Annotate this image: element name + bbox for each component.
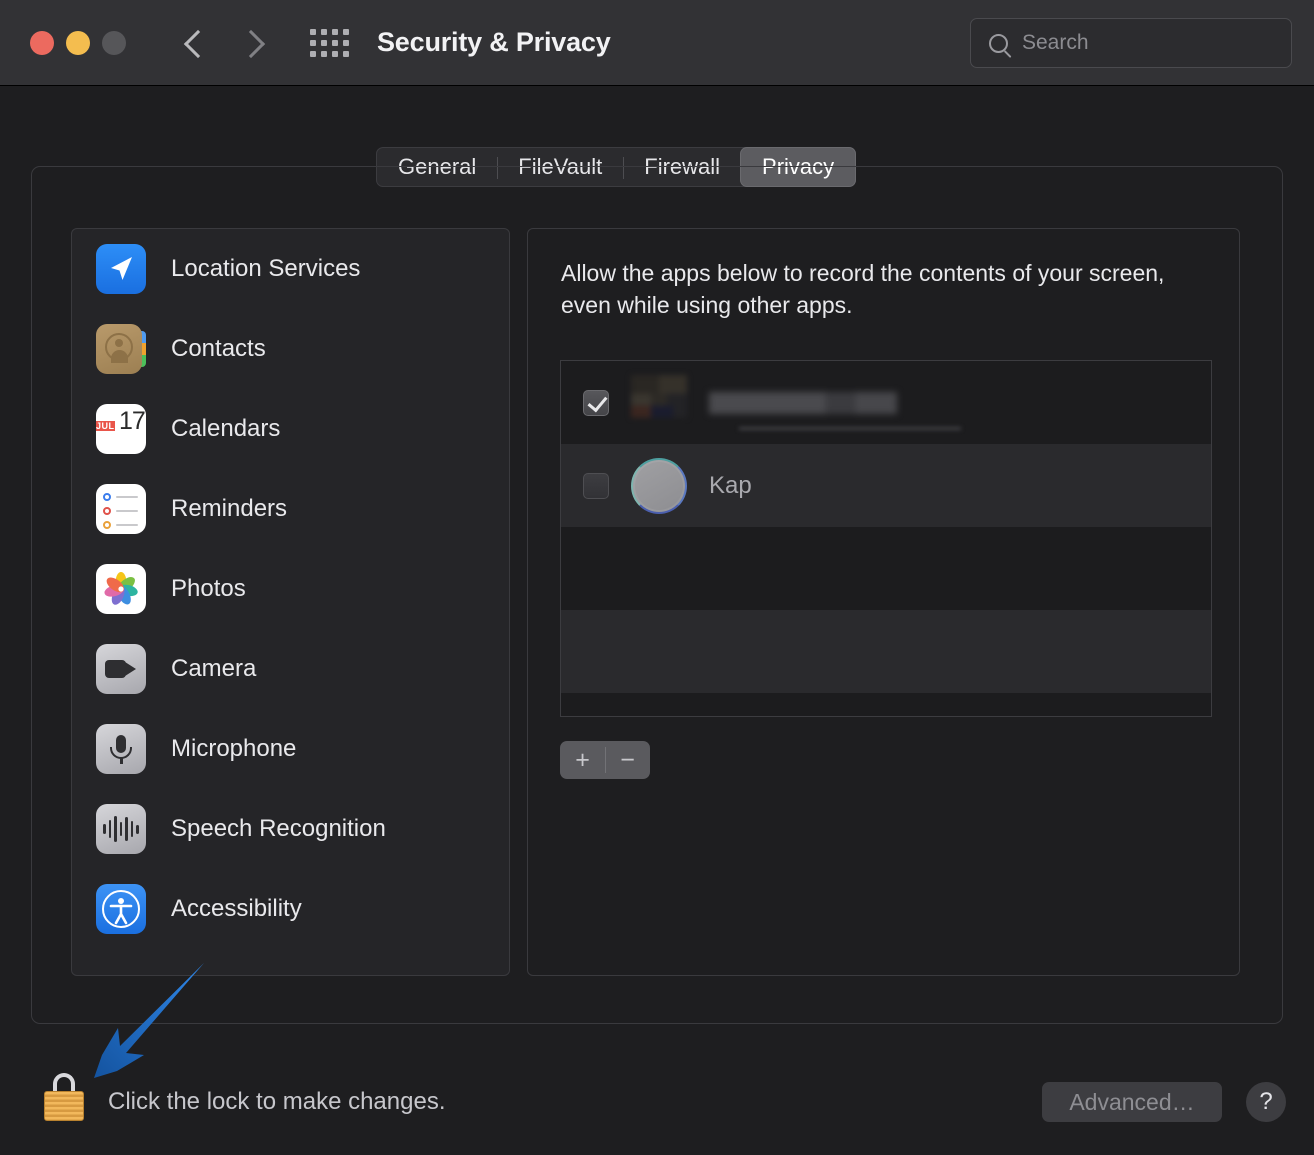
sidebar-item-speech-recognition[interactable]: Speech Recognition bbox=[72, 789, 509, 869]
speech-recognition-icon bbox=[96, 804, 146, 854]
sidebar-item-label: Location Services bbox=[171, 255, 361, 282]
calendar-month: JUL bbox=[96, 421, 115, 431]
microphone-icon bbox=[96, 724, 146, 774]
window-toolbar: Security & Privacy bbox=[0, 0, 1314, 86]
search-icon bbox=[989, 33, 1008, 53]
add-remove-segmented-control: + − bbox=[560, 741, 650, 779]
sidebar-item-location-services[interactable]: Location Services bbox=[72, 229, 509, 309]
forward-chevron-icon[interactable] bbox=[240, 32, 262, 54]
add-app-button[interactable]: + bbox=[560, 741, 605, 779]
sidebar-item-photos[interactable]: Photos bbox=[72, 549, 509, 629]
table-row-empty bbox=[561, 693, 1211, 716]
app-name-label: Kap bbox=[709, 471, 752, 499]
help-button[interactable]: ? bbox=[1246, 1082, 1286, 1122]
sidebar-item-label: Microphone bbox=[171, 735, 297, 762]
search-input[interactable] bbox=[1022, 31, 1262, 55]
accessibility-icon bbox=[96, 884, 146, 934]
sidebar-item-contacts[interactable]: Contacts bbox=[72, 309, 509, 389]
sidebar-item-camera[interactable]: Camera bbox=[72, 629, 509, 709]
sidebar-item-microphone[interactable]: Microphone bbox=[72, 709, 509, 789]
table-row[interactable] bbox=[561, 361, 1211, 444]
camera-icon bbox=[96, 644, 146, 694]
app-subtitle-redacted bbox=[739, 427, 961, 430]
lock-hint-text: Click the lock to make changes. bbox=[108, 1088, 446, 1115]
screen-recording-pane: Allow the apps below to record the conte… bbox=[527, 228, 1240, 976]
app-checkbox[interactable] bbox=[583, 472, 609, 499]
sidebar-item-label: Speech Recognition bbox=[171, 815, 386, 842]
traffic-lights bbox=[30, 30, 126, 55]
app-checkbox[interactable] bbox=[583, 389, 609, 416]
location-services-icon bbox=[96, 244, 146, 294]
sidebar-item-accessibility[interactable]: Accessibility bbox=[72, 869, 509, 949]
navigation-buttons bbox=[184, 32, 262, 54]
table-row-empty bbox=[561, 527, 1211, 610]
kap-app-icon bbox=[631, 457, 687, 514]
reminders-icon bbox=[96, 484, 146, 534]
minimize-button[interactable] bbox=[66, 30, 90, 55]
lock-closed-icon[interactable] bbox=[44, 1073, 84, 1121]
sidebar-item-label: Camera bbox=[171, 655, 257, 682]
photos-icon bbox=[96, 564, 146, 614]
back-chevron-icon[interactable] bbox=[184, 32, 206, 54]
pane-description: Allow the apps below to record the conte… bbox=[561, 260, 1165, 319]
table-row-empty bbox=[561, 610, 1211, 693]
remove-app-button[interactable]: − bbox=[605, 741, 650, 779]
sidebar-item-label: Contacts bbox=[171, 335, 266, 362]
page-title: Security & Privacy bbox=[377, 27, 611, 57]
sidebar-item-label: Photos bbox=[171, 575, 246, 602]
sidebar-item-reminders[interactable]: Reminders bbox=[72, 469, 509, 549]
zoom-button[interactable] bbox=[102, 30, 126, 55]
search-field[interactable] bbox=[970, 18, 1292, 68]
advanced-button[interactable]: Advanced… bbox=[1042, 1082, 1222, 1122]
sidebar-item-label: Calendars bbox=[171, 415, 281, 442]
app-name-redacted bbox=[709, 391, 897, 414]
close-button[interactable] bbox=[30, 30, 54, 55]
app-icon-redacted bbox=[631, 374, 687, 431]
table-row[interactable]: Kap bbox=[561, 444, 1211, 527]
allowed-apps-list[interactable]: Kap bbox=[560, 360, 1212, 717]
sidebar-item-label: Accessibility bbox=[171, 895, 302, 922]
show-all-grid-icon[interactable] bbox=[310, 28, 349, 57]
sidebar-item-calendars[interactable]: JUL 17 Calendars bbox=[72, 389, 509, 469]
sidebar-item-label: Reminders bbox=[171, 495, 288, 522]
contacts-icon bbox=[96, 324, 146, 374]
privacy-service-list: Location Services Contacts JUL 17 Calend… bbox=[71, 228, 510, 976]
security-privacy-window: Security & Privacy General FileVault Fir… bbox=[0, 0, 1314, 1155]
calendars-icon: JUL 17 bbox=[96, 404, 146, 454]
calendar-day: 17 bbox=[118, 407, 146, 435]
